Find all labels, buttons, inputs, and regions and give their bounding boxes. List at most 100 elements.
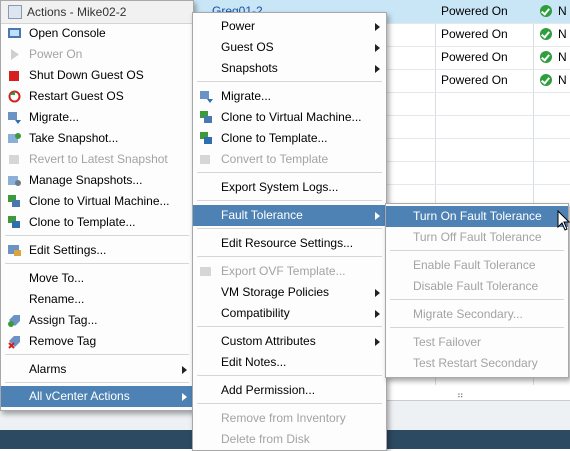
menu-item-label: Restart Guest OS <box>29 89 124 103</box>
menu-item-label: Take Snapshot... <box>29 131 119 145</box>
menu-item-open-console[interactable]: Open Console <box>1 23 193 44</box>
menu-separator <box>197 256 382 257</box>
menu-item-convert-to-template[interactable]: Convert to Template <box>193 149 386 170</box>
menu-item-label: Move To... <box>29 271 85 285</box>
menu-item-remove-tag[interactable]: Remove Tag <box>1 331 193 352</box>
ok-status-icon <box>540 74 552 86</box>
menu-item-label: Delete from Disk <box>221 432 310 446</box>
menu-item-snapshots[interactable]: Snapshots <box>193 58 386 79</box>
menu-separator <box>5 235 189 236</box>
menu-item-power[interactable]: Power <box>193 16 386 37</box>
menu-item-enable-fault-tolerance[interactable]: Enable Fault Tolerance <box>386 255 568 276</box>
menu-item-label: Revert to Latest Snapshot <box>29 152 168 166</box>
menu-item-label: Clone to Virtual Machine... <box>29 194 170 208</box>
menu-item-all-vcenter-actions[interactable]: All vCenter Actions <box>1 386 193 407</box>
menu-item-shut-down-guest-os[interactable]: Shut Down Guest OS <box>1 65 193 86</box>
menu-item-edit-resource-settings[interactable]: Edit Resource Settings... <box>193 233 386 254</box>
menu-item-label: Convert to Template <box>221 152 329 166</box>
menu-item-clone-to-template[interactable]: Clone to Template... <box>1 212 193 233</box>
menu-separator <box>197 375 382 376</box>
snapshot-icon <box>8 133 21 143</box>
menu-item-label: Test Failover <box>413 335 482 349</box>
menu-item-edit-settings[interactable]: Edit Settings... <box>1 240 193 261</box>
restart-icon <box>8 90 21 103</box>
menu-item-export-system-logs[interactable]: Export System Logs... <box>193 177 386 198</box>
menu-item-label: VM Storage Policies <box>221 285 330 299</box>
submenu-arrow-icon <box>375 289 380 297</box>
menu-item-label: Clone to Template... <box>221 131 328 145</box>
menu-item-alarms[interactable]: Alarms <box>1 359 193 380</box>
menu-item-label: Enable Fault Tolerance <box>413 258 536 272</box>
menu-item-manage-snapshots[interactable]: Manage Snapshots... <box>1 170 193 191</box>
menu-item-migrate[interactable]: Migrate... <box>1 107 193 128</box>
menu-item-add-permission[interactable]: Add Permission... <box>193 380 386 401</box>
menu-item-revert-to-latest-snapshot[interactable]: Revert to Latest Snapshot <box>1 149 193 170</box>
vm-status: Powered On <box>441 50 508 64</box>
menu-item-clone-to-vm[interactable]: Clone to Virtual Machine... <box>1 191 193 212</box>
menu-item-label: Test Restart Secondary <box>413 356 538 370</box>
revert-icon <box>9 155 19 164</box>
menu-separator <box>197 326 382 327</box>
menu-item-turn-on-fault-tolerance[interactable]: Turn On Fault Tolerance <box>386 206 568 227</box>
menu-item-label: Edit Resource Settings... <box>221 236 354 250</box>
menu-item-clone-to-vm[interactable]: Clone to Virtual Machine... <box>193 107 386 128</box>
vm-health: N <box>558 4 567 18</box>
menu-item-label: Clone to Virtual Machine... <box>221 110 362 124</box>
menu-item-label: Remove from Inventory <box>221 411 346 425</box>
migrate-icon <box>200 91 213 103</box>
menu-item-export-ovf-template[interactable]: Export OVF Template... <box>193 261 386 282</box>
menu-item-take-snapshot[interactable]: Take Snapshot... <box>1 128 193 149</box>
menu-item-rename[interactable]: Rename... <box>1 289 193 310</box>
menu-item-remove-from-inventory[interactable]: Remove from Inventory <box>193 408 386 429</box>
menu-item-assign-tag[interactable]: Assign Tag... <box>1 310 193 331</box>
menu-item-label: Power <box>221 19 256 33</box>
resize-grip-icon[interactable]: ⠶ <box>457 390 464 401</box>
menu-item-restart-guest-os[interactable]: Restart Guest OS <box>1 86 193 107</box>
menu-item-compatibility[interactable]: Compatibility <box>193 303 386 324</box>
menu-item-migrate-secondary[interactable]: Migrate Secondary... <box>386 304 568 325</box>
export-ovf-icon <box>200 267 211 276</box>
mouse-cursor-icon <box>557 210 570 231</box>
menu-item-label: Guest OS <box>221 40 274 54</box>
menu-item-vm-storage-policies[interactable]: VM Storage Policies <box>193 282 386 303</box>
vm-icon <box>8 5 22 19</box>
menu-separator <box>5 382 189 383</box>
submenu-arrow-icon <box>375 23 380 31</box>
menu-separator <box>197 228 382 229</box>
menu-item-label: Alarms <box>29 362 67 376</box>
remove-tag-icon <box>8 336 20 349</box>
convert-template-icon <box>200 155 210 164</box>
submenu-arrow-icon <box>375 310 380 318</box>
menu-item-power-on[interactable]: Power On <box>1 44 193 65</box>
menu-item-custom-attributes[interactable]: Custom Attributes <box>193 331 386 352</box>
menu-separator <box>197 81 382 82</box>
submenu-arrow-icon <box>375 338 380 346</box>
menu-item-test-restart-secondary[interactable]: Test Restart Secondary <box>386 353 568 374</box>
menu-item-label: Snapshots <box>221 61 278 75</box>
vm-status: Powered On <box>441 4 508 18</box>
ok-status-icon <box>540 51 552 63</box>
manage-snapshots-icon <box>8 176 21 186</box>
menu-item-guest-os[interactable]: Guest OS <box>193 37 386 58</box>
menu-item-fault-tolerance[interactable]: Fault Tolerance <box>193 205 386 226</box>
submenu-arrow-icon <box>375 212 380 220</box>
actions-menu-header: Actions - Mike02-2 <box>1 1 193 24</box>
menu-item-label: Fault Tolerance <box>221 208 303 222</box>
menu-separator <box>197 403 382 404</box>
menu-item-move-to[interactable]: Move To... <box>1 268 193 289</box>
menu-separator <box>390 327 564 328</box>
menu-item-migrate[interactable]: Migrate... <box>193 86 386 107</box>
menu-item-label: All vCenter Actions <box>29 389 130 403</box>
menu-item-test-failover[interactable]: Test Failover <box>386 332 568 353</box>
menu-item-label: Custom Attributes <box>221 334 316 348</box>
menu-item-disable-fault-tolerance[interactable]: Disable Fault Tolerance <box>386 276 568 297</box>
menu-item-edit-notes[interactable]: Edit Notes... <box>193 352 386 373</box>
menu-item-delete-from-disk[interactable]: Delete from Disk <box>193 429 386 450</box>
vm-health: N <box>558 50 567 64</box>
assign-tag-icon <box>8 315 20 327</box>
menu-item-clone-to-template[interactable]: Clone to Template... <box>193 128 386 149</box>
menu-item-label: Power On <box>29 47 83 61</box>
menu-item-label: Turn Off Fault Tolerance <box>413 230 542 244</box>
vcenter-actions-submenu: Power Guest OS Snapshots Migrate... Clon… <box>192 12 387 451</box>
menu-item-turn-off-fault-tolerance[interactable]: Turn Off Fault Tolerance <box>386 227 568 248</box>
